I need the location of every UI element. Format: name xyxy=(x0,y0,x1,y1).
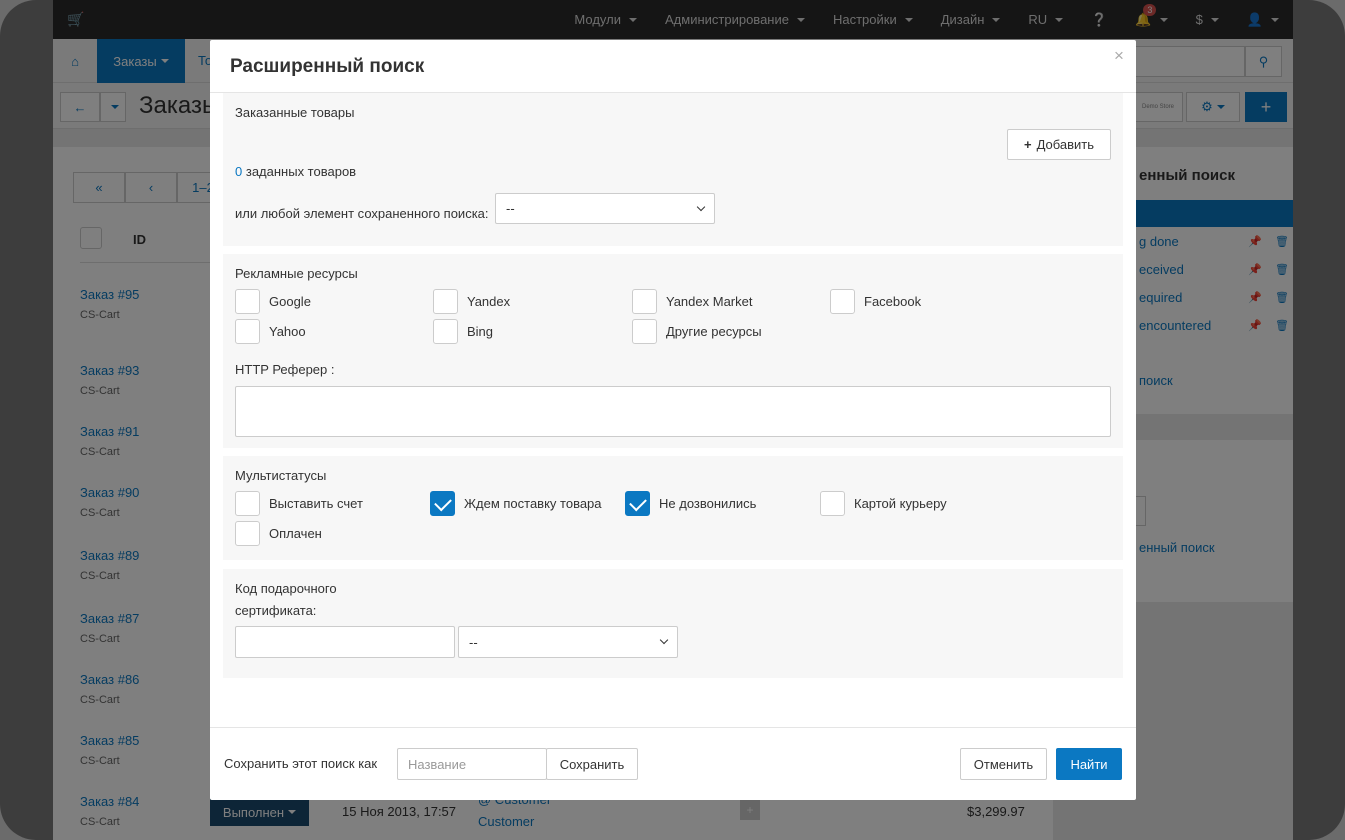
checkbox-no-answer[interactable]: Не дозвонились xyxy=(625,491,756,516)
button-label: Добавить xyxy=(1036,137,1095,152)
section-label: Мультистатусы xyxy=(235,468,327,483)
checkbox-label: Facebook xyxy=(864,294,922,309)
checkbox-box[interactable] xyxy=(235,289,260,314)
find-button[interactable]: Найти xyxy=(1056,748,1122,780)
checkbox-invoice[interactable]: Выставить счет xyxy=(235,491,363,516)
checkbox-box[interactable] xyxy=(433,289,458,314)
save-search-button[interactable]: Сохранить xyxy=(546,748,638,780)
modal-footer: Сохранить этот поиск как Название Сохран… xyxy=(210,727,1136,800)
cancel-button[interactable]: Отменить xyxy=(960,748,1047,780)
checkbox-box[interactable] xyxy=(433,319,458,344)
save-search-label: Сохранить этот поиск как xyxy=(224,756,378,771)
checkbox-box[interactable] xyxy=(625,491,650,516)
advanced-search-modal: Расширенный поиск × Заказанные товары + Д… xyxy=(210,40,1136,800)
gift-cert-label-line2: сертификата: xyxy=(235,603,317,618)
checkbox-paid[interactable]: Оплачен xyxy=(235,521,322,546)
checkbox-label: Картой курьеру xyxy=(854,496,947,511)
referer-textarea[interactable] xyxy=(235,386,1111,437)
screen-frame: 🛒 Модули Администрирование Настройки Диз… xyxy=(0,0,1345,840)
products-count-link[interactable]: 0 xyxy=(235,164,242,179)
checkbox-label: Ждем поставку товара xyxy=(464,496,602,511)
chevron-down-icon xyxy=(696,202,706,211)
close-icon[interactable]: × xyxy=(1114,46,1124,66)
checkbox-label: Yahoo xyxy=(269,324,306,339)
ordered-products-section: Заказанные товары + Добавить 0 заданных т… xyxy=(223,93,1123,246)
checkbox-label: Не дозвонились xyxy=(659,496,757,511)
checkbox-other-sources[interactable]: Другие ресурсы xyxy=(632,319,762,344)
saved-search-select[interactable]: -- xyxy=(495,193,715,224)
gift-cert-select[interactable]: -- xyxy=(458,626,678,658)
add-products-button[interactable]: + Добавить xyxy=(1007,129,1111,160)
checkbox-box[interactable] xyxy=(820,491,845,516)
checkbox-label: Оплачен xyxy=(269,526,322,541)
checkbox-box[interactable] xyxy=(235,319,260,344)
checkbox-yandex-market[interactable]: Yandex Market xyxy=(632,289,752,314)
checkbox-google[interactable]: Google xyxy=(235,289,311,314)
plus-icon: + xyxy=(1023,137,1032,152)
checkbox-yandex[interactable]: Yandex xyxy=(433,289,510,314)
checkbox-label: Bing xyxy=(467,324,494,339)
modal-header: Расширенный поиск × xyxy=(210,40,1136,93)
products-count-line: 0 заданных товаров xyxy=(235,164,356,179)
gift-cert-code-input[interactable] xyxy=(235,626,455,658)
checkbox-box[interactable] xyxy=(235,521,260,546)
checkbox-label: Другие ресурсы xyxy=(666,324,762,339)
select-value: -- xyxy=(469,634,478,650)
modal-title: Расширенный поиск xyxy=(230,56,425,77)
checkbox-awaiting-delivery[interactable]: Ждем поставку товара xyxy=(430,491,602,516)
gift-cert-label-line1: Код подарочного xyxy=(235,581,337,596)
search-name-input[interactable]: Название xyxy=(397,748,547,780)
chevron-down-icon xyxy=(659,635,669,645)
checkbox-box[interactable] xyxy=(235,491,260,516)
checkbox-box[interactable] xyxy=(430,491,455,516)
section-label: Заказанные товары xyxy=(235,105,355,120)
checkbox-yahoo[interactable]: Yahoo xyxy=(235,319,306,344)
checkbox-box[interactable] xyxy=(830,289,855,314)
checkbox-label: Yandex Market xyxy=(666,294,753,309)
checkbox-facebook[interactable]: Facebook xyxy=(830,289,921,314)
checkbox-label: Выставить счет xyxy=(269,496,363,511)
checkbox-label: Yandex xyxy=(467,294,511,309)
checkbox-label: Google xyxy=(269,294,311,309)
section-label: Рекламные ресурсы xyxy=(235,266,358,281)
gift-certificate-section: Код подарочного сертификата: -- xyxy=(223,569,1123,678)
saved-search-label: или любой элемент сохраненного поиска: xyxy=(235,206,489,221)
ad-sources-section: Рекламные ресурсы Google Yandex Yandex M… xyxy=(223,254,1123,448)
products-count-text: заданных товаров xyxy=(245,164,357,179)
select-value: -- xyxy=(506,201,515,216)
checkbox-box[interactable] xyxy=(632,319,657,344)
checkbox-box[interactable] xyxy=(632,289,657,314)
checkbox-courier-card[interactable]: Картой курьеру xyxy=(820,491,947,516)
referer-label: HTTP Реферер : xyxy=(235,362,335,377)
checkbox-bing[interactable]: Bing xyxy=(433,319,493,344)
multistatus-section: Мультистатусы Выставить счет Ждем постав… xyxy=(223,456,1123,560)
